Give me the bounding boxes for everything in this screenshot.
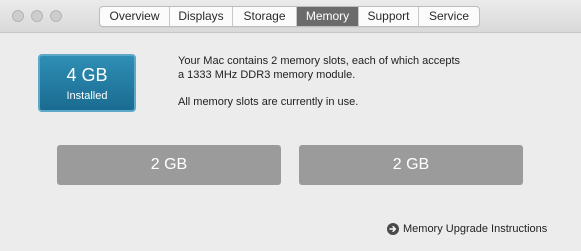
tab-displays[interactable]: Displays: [169, 7, 232, 26]
memory-slot-2: 2 GB: [299, 145, 523, 185]
tab-support[interactable]: Support: [358, 7, 418, 26]
memory-slot-1: 2 GB: [57, 145, 281, 185]
tab-bar: Overview Displays Storage Memory Support…: [99, 6, 480, 27]
arrow-circle-right-icon: [387, 223, 399, 235]
memory-upgrade-instructions-link[interactable]: Memory Upgrade Instructions: [387, 222, 547, 236]
memory-description-line2: a 1333 MHz DDR3 memory module.: [178, 69, 356, 81]
installed-memory-label: Installed: [66, 90, 108, 102]
close-window-button[interactable]: [12, 10, 24, 22]
memory-upgrade-instructions-label: Memory Upgrade Instructions: [403, 223, 548, 235]
title-bar: Overview Displays Storage Memory Support…: [0, 0, 581, 33]
installed-memory-badge: 4 GB Installed: [38, 54, 136, 112]
memory-description-line1: Your Mac contains 2 memory slots, each o…: [178, 55, 461, 67]
installed-memory-size: 4 GB: [66, 65, 108, 85]
memory-slots-status: All memory slots are currently in use.: [178, 96, 359, 108]
tab-service[interactable]: Service: [418, 7, 479, 26]
tab-storage[interactable]: Storage: [232, 7, 296, 26]
tab-memory[interactable]: Memory: [296, 7, 358, 26]
tab-overview[interactable]: Overview: [100, 7, 169, 26]
zoom-window-button[interactable]: [50, 10, 62, 22]
minimize-window-button[interactable]: [31, 10, 43, 22]
